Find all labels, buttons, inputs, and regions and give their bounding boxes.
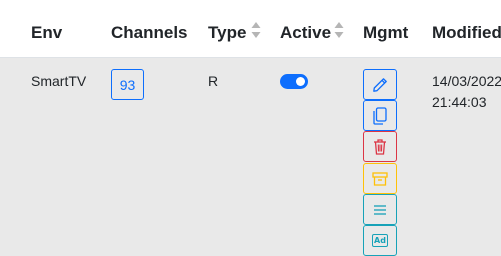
column-header-channels: Channels xyxy=(111,23,188,43)
copy-icon xyxy=(372,107,388,125)
trash-icon xyxy=(372,138,388,156)
env-cell: SmartTV xyxy=(31,70,86,92)
sort-icon[interactable] xyxy=(334,21,344,39)
delete-button[interactable] xyxy=(363,131,397,162)
type-cell: R xyxy=(208,70,218,92)
pencil-icon xyxy=(372,77,388,93)
modified-time: 21:44:03 xyxy=(432,91,487,113)
list-icon xyxy=(373,204,387,216)
column-header-env: Env xyxy=(31,23,62,43)
details-button[interactable] xyxy=(363,194,397,225)
column-header-type[interactable]: Type xyxy=(208,23,246,43)
column-header-modified: Modified xyxy=(432,23,501,43)
archive-icon xyxy=(372,172,388,186)
sort-icon[interactable] xyxy=(251,21,261,39)
active-toggle[interactable] xyxy=(280,74,308,89)
ad-icon: Ad xyxy=(372,234,388,247)
channels-count-button[interactable]: 93 xyxy=(111,69,144,100)
archive-button[interactable] xyxy=(363,163,397,194)
edit-button[interactable] xyxy=(363,69,397,100)
table-header: Env Channels Type Active Mgmt Modified xyxy=(0,0,501,58)
ad-button[interactable]: Ad xyxy=(363,225,397,256)
modified-date: 14/03/2022 xyxy=(432,70,501,92)
copy-button[interactable] xyxy=(363,100,397,131)
column-header-mgmt: Mgmt xyxy=(363,23,408,43)
toggle-knob xyxy=(296,77,305,86)
column-header-active[interactable]: Active xyxy=(280,23,331,43)
channels-count: 93 xyxy=(120,77,136,93)
